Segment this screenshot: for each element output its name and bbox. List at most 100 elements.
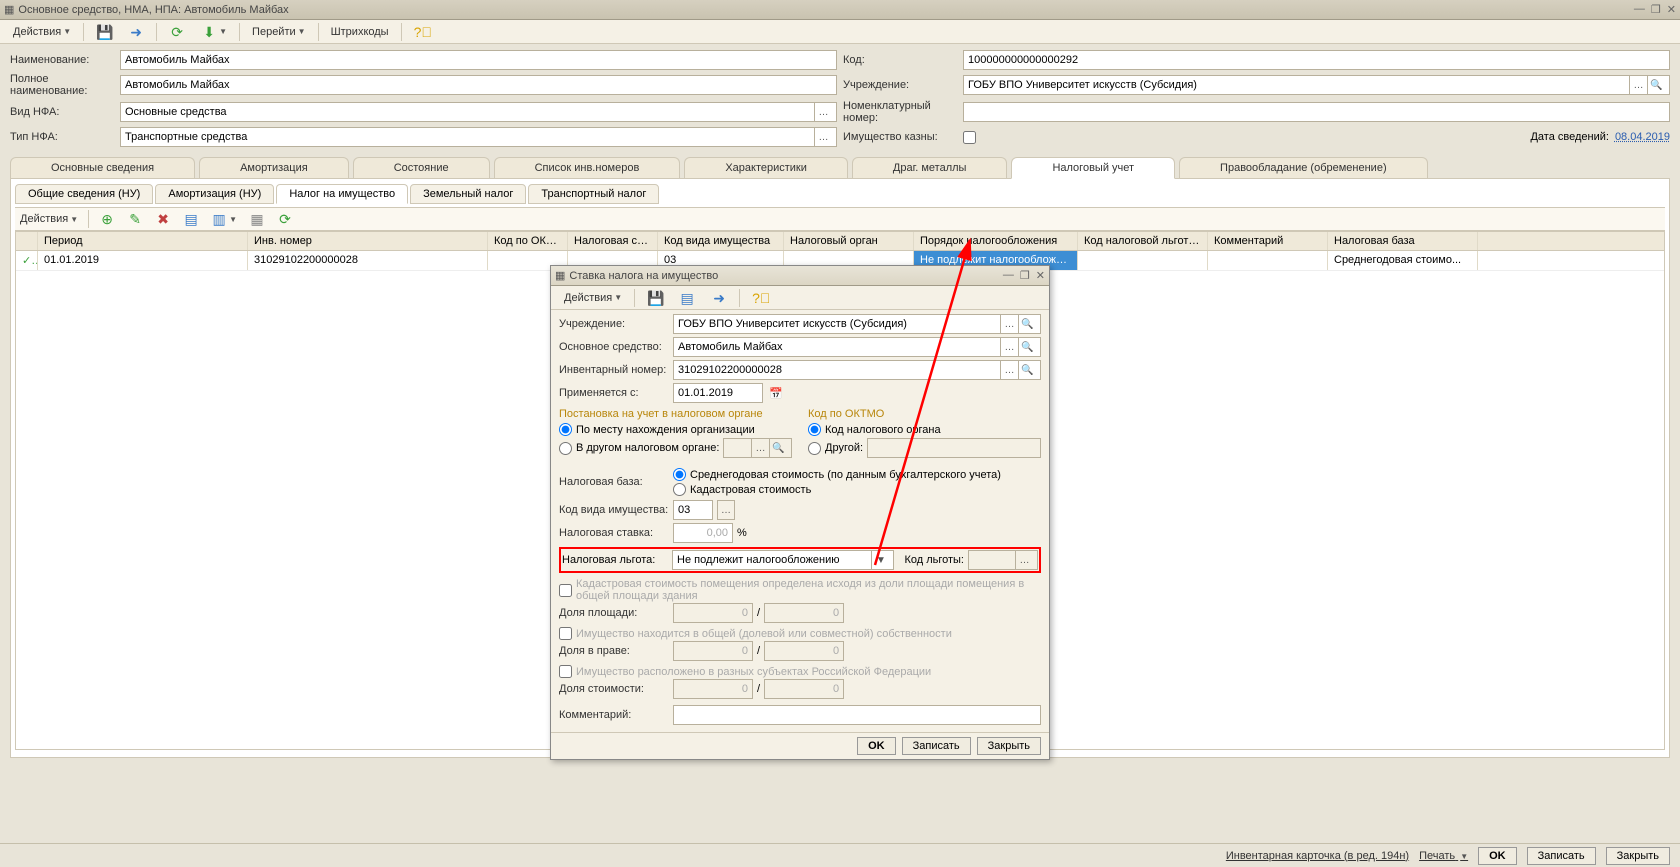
grid-col-2[interactable]: Инв. номер <box>248 232 488 250</box>
oktmo-other-input[interactable] <box>867 438 1041 458</box>
org-input[interactable]: ГОБУ ВПО Университет искусств (Субсидия)… <box>963 75 1670 95</box>
ok-button[interactable]: OK <box>1478 847 1517 865</box>
cad-checkbox[interactable] <box>559 584 572 597</box>
dlg-help-icon[interactable]: ?⃝ <box>745 288 775 308</box>
search-icon[interactable]: 🔍 <box>769 439 787 457</box>
arrow-right-icon[interactable]: ➜ <box>121 22 151 42</box>
grid-actions-menu[interactable]: Действия▼ <box>15 210 83 228</box>
subtab-3[interactable]: Земельный налог <box>410 184 526 204</box>
close-button[interactable]: Закрыть <box>1606 847 1670 865</box>
regions-checkbox[interactable] <box>559 665 572 678</box>
more-icon[interactable]: … <box>1015 551 1033 569</box>
dlg-close-icon[interactable]: ✕ <box>1036 269 1045 282</box>
grid-col-5[interactable]: Код вида имущества <box>658 232 784 250</box>
help-icon[interactable]: ?⃝ <box>407 22 437 42</box>
dlg-os-input[interactable]: Автомобиль Майбах…🔍 <box>673 337 1041 357</box>
area-den[interactable]: 0 <box>764 603 844 623</box>
tab-2[interactable]: Состояние <box>353 157 490 179</box>
dlg-from-input[interactable]: 01.01.2019 <box>673 383 763 403</box>
chevron-down-icon[interactable]: ▼ <box>871 551 889 569</box>
kvi-input[interactable]: 03 <box>673 500 713 520</box>
print-menu[interactable]: Печать ▼ <box>1419 850 1468 862</box>
save-icon[interactable]: 💾 <box>89 22 119 42</box>
more-icon[interactable]: … <box>1000 361 1018 379</box>
tab-7[interactable]: Правообладание (обременение) <box>1179 157 1428 179</box>
search-icon[interactable]: 🔍 <box>1018 315 1036 333</box>
tab-6[interactable]: Налоговый учет <box>1011 157 1175 179</box>
dlg-maximize-icon[interactable]: ❐ <box>1020 269 1030 282</box>
tipnfa-input[interactable]: Транспортные средства… <box>120 127 837 147</box>
name-input[interactable] <box>120 50 837 70</box>
grid-col-3[interactable]: Код по ОКТМО <box>488 232 568 250</box>
more-icon[interactable]: … <box>1000 315 1018 333</box>
search-icon[interactable]: 🔍 <box>1647 76 1665 94</box>
dlg-actions-menu[interactable]: Действия▼ <box>557 288 629 308</box>
reg-other-input[interactable]: …🔍 <box>723 438 792 458</box>
oktmo-radio-other[interactable] <box>808 442 821 455</box>
refresh-grid-icon[interactable]: ⟳ <box>272 210 298 228</box>
more-icon[interactable]: … <box>1000 338 1018 356</box>
edit-icon[interactable]: ✎ <box>122 210 148 228</box>
subtab-1[interactable]: Амортизация (НУ) <box>155 184 274 204</box>
minimize-icon[interactable]: — <box>1634 3 1645 16</box>
clear-filter-icon[interactable]: ▦ <box>244 210 270 228</box>
bencode-input[interactable]: … <box>968 550 1038 570</box>
dlg-save-icon[interactable]: 💾 <box>640 288 670 308</box>
rate-input[interactable]: 0,00 <box>673 523 733 543</box>
benefit-select[interactable]: Не подлежит налогообложению▼ <box>672 550 894 570</box>
grid-col-0[interactable] <box>16 232 38 250</box>
fullname-input[interactable] <box>120 75 837 95</box>
dlg-org-input[interactable]: ГОБУ ВПО Университет искусств (Субсидия)… <box>673 314 1041 334</box>
share-num[interactable]: 0 <box>673 641 753 661</box>
goto-menu[interactable]: Перейти▼ <box>245 22 313 42</box>
more-icon[interactable]: … <box>717 500 735 520</box>
delete-icon[interactable]: ✖ <box>150 210 176 228</box>
cost-num[interactable]: 0 <box>673 679 753 699</box>
tab-3[interactable]: Список инв.номеров <box>494 157 681 179</box>
share-den[interactable]: 0 <box>764 641 844 661</box>
arrow-down-icon[interactable]: ⬇▼ <box>194 22 234 42</box>
base-radio-cad[interactable] <box>673 483 686 496</box>
dlg-copy-icon[interactable]: ▤ <box>672 288 702 308</box>
dlg-close-button[interactable]: Закрыть <box>977 737 1041 755</box>
invcard-link[interactable]: Инвентарная карточка (в ред. 194н) <box>1226 850 1409 862</box>
reg-radio-place[interactable] <box>559 423 572 436</box>
area-num[interactable]: 0 <box>673 603 753 623</box>
grid-col-8[interactable]: Код налоговой льготы (о... <box>1078 232 1208 250</box>
refresh-icon[interactable]: ⟳ <box>162 22 192 42</box>
maximize-icon[interactable]: ❐ <box>1651 3 1661 16</box>
dlg-ok-button[interactable]: OK <box>857 737 896 755</box>
datainfo-value[interactable]: 08.04.2019 <box>1615 131 1670 143</box>
dlg-minimize-icon[interactable]: — <box>1003 269 1014 282</box>
subtab-4[interactable]: Транспортный налог <box>528 184 659 204</box>
cost-den[interactable]: 0 <box>764 679 844 699</box>
grid-col-4[interactable]: Налоговая став... <box>568 232 658 250</box>
tab-4[interactable]: Характеристики <box>684 157 848 179</box>
search-icon[interactable]: 🔍 <box>1018 338 1036 356</box>
save-button[interactable]: Записать <box>1527 847 1596 865</box>
grid-col-7[interactable]: Порядок налогообложения <box>914 232 1078 250</box>
search-icon[interactable]: 🔍 <box>1018 361 1036 379</box>
vidnfa-input[interactable]: Основные средства… <box>120 102 837 122</box>
tab-0[interactable]: Основные сведения <box>10 157 195 179</box>
code-input[interactable] <box>963 50 1670 70</box>
reg-radio-other[interactable] <box>559 442 572 455</box>
more-icon[interactable]: … <box>814 128 832 146</box>
dlg-goto-icon[interactable]: ➜ <box>704 288 734 308</box>
nomen-input[interactable] <box>963 102 1670 122</box>
more-icon[interactable]: … <box>751 439 769 457</box>
dlg-inv-input[interactable]: 31029102200000028…🔍 <box>673 360 1041 380</box>
filter2-icon[interactable]: ▥▼ <box>206 210 242 228</box>
treasury-checkbox[interactable] <box>963 131 976 144</box>
actions-menu[interactable]: Действия▼ <box>6 22 78 42</box>
shared-checkbox[interactable] <box>559 627 572 640</box>
grid-col-6[interactable]: Налоговый орган <box>784 232 914 250</box>
subtab-0[interactable]: Общие сведения (НУ) <box>15 184 153 204</box>
grid-col-10[interactable]: Налоговая база <box>1328 232 1478 250</box>
tab-1[interactable]: Амортизация <box>199 157 349 179</box>
more-icon[interactable]: … <box>1629 76 1647 94</box>
more-icon[interactable]: … <box>814 103 832 121</box>
filter-icon[interactable]: ▤ <box>178 210 204 228</box>
calendar-icon[interactable]: 📅 <box>769 387 783 400</box>
grid-col-1[interactable]: Период <box>38 232 248 250</box>
